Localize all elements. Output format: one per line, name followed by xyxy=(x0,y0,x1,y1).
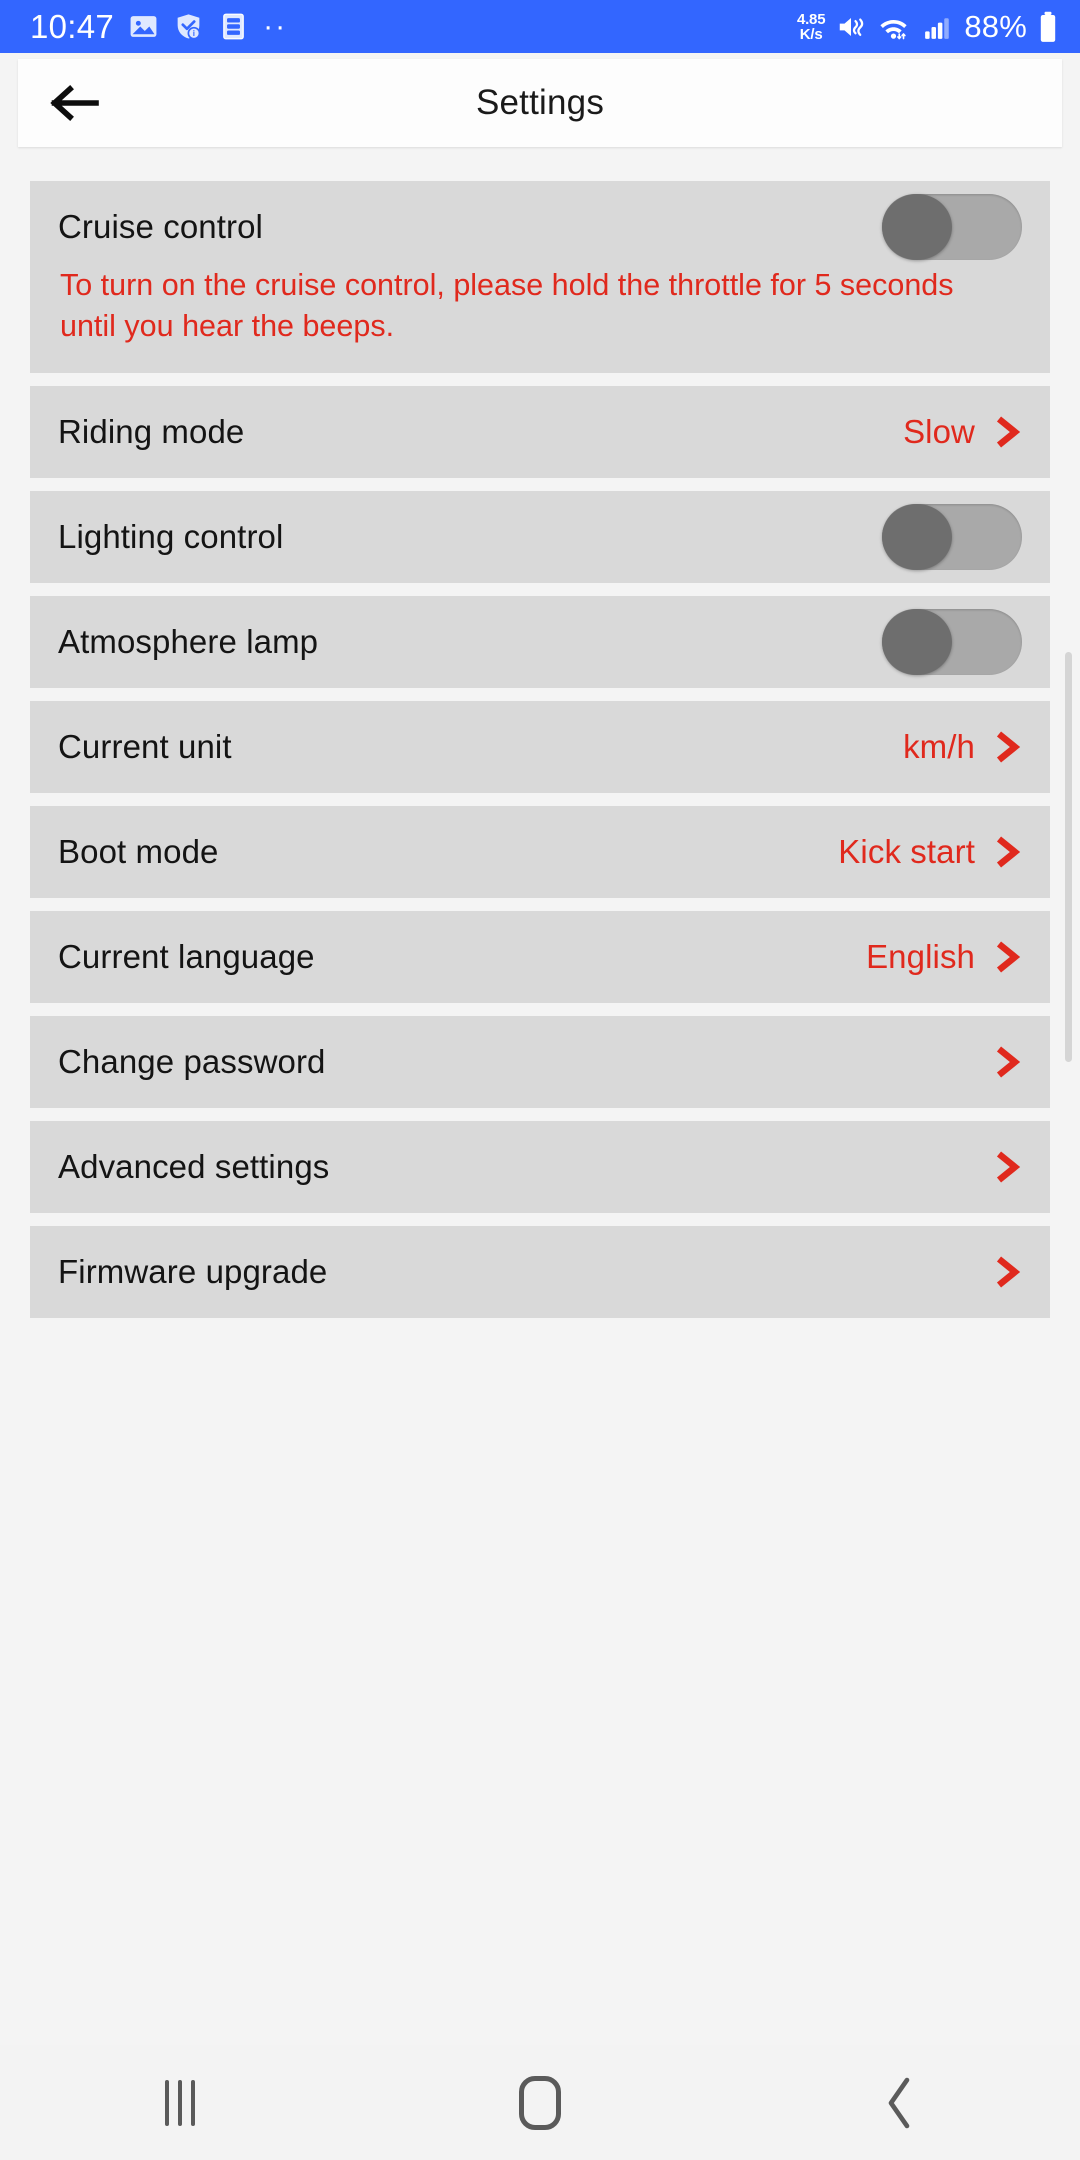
chevron-right-icon xyxy=(996,1046,1021,1078)
row-main: Advanced settings xyxy=(58,1121,1022,1213)
status-bar-right: 4.85 K/s 88% xyxy=(797,11,1058,43)
row-label: Advanced settings xyxy=(58,1148,330,1185)
row-main: Lighting control xyxy=(58,491,1022,583)
row-main: Cruise control xyxy=(58,181,1022,273)
recent-apps-icon xyxy=(165,2079,195,2126)
row-label: Boot mode xyxy=(58,833,219,870)
status-clock: 10:47 xyxy=(30,8,115,45)
back-nav-button[interactable] xyxy=(825,2053,975,2153)
row-right: Kick start xyxy=(838,833,1022,871)
row-right xyxy=(975,1150,1022,1184)
setting-row-riding-mode[interactable]: Riding mode Slow xyxy=(30,386,1050,478)
chevron-left-icon xyxy=(888,2077,910,2128)
more-dots-icon: ·· xyxy=(263,9,288,43)
row-main: Current language English xyxy=(58,911,1022,1003)
setting-row-firmware-upgrade[interactable]: Firmware upgrade xyxy=(30,1226,1050,1318)
row-main: Firmware upgrade xyxy=(58,1226,1022,1318)
toggle-thumb xyxy=(882,504,952,570)
chevron-right-icon xyxy=(996,941,1021,973)
row-label: Lighting control xyxy=(58,518,284,555)
row-value: Kick start xyxy=(838,833,975,870)
row-label: Current unit xyxy=(58,728,232,765)
row-main: Riding mode Slow xyxy=(58,386,1022,478)
chevron-right-icon xyxy=(996,731,1021,763)
row-value: Slow xyxy=(903,413,975,450)
vertical-scrollbar[interactable] xyxy=(1065,652,1072,1062)
toggle-thumb xyxy=(882,194,952,260)
phone-screen: 10:47 i ·· 4.85 K/s 88% Settings Cruise … xyxy=(0,0,1080,2160)
row-right xyxy=(975,1255,1022,1289)
atmosphere-lamp-toggle[interactable] xyxy=(882,609,1022,675)
battery-icon xyxy=(1040,11,1056,42)
chevron-right-icon xyxy=(996,416,1021,448)
chevron-right-icon xyxy=(996,836,1021,868)
row-main: Current unit km/h xyxy=(58,701,1022,793)
row-label: Riding mode xyxy=(58,413,245,450)
status-bar: 10:47 i ·· 4.85 K/s 88% xyxy=(0,0,1080,53)
svg-text:i: i xyxy=(193,29,195,38)
row-value: km/h xyxy=(903,728,975,765)
chevron-right-icon xyxy=(996,1256,1021,1288)
setting-row-advanced-settings[interactable]: Advanced settings xyxy=(30,1121,1050,1213)
signal-bars-icon xyxy=(925,17,950,39)
data-rate-indicator: 4.85 K/s xyxy=(796,10,826,43)
shield-check-icon: i xyxy=(177,14,201,40)
arrow-left-icon xyxy=(50,85,99,121)
settings-list: Cruise control To turn on the cruise con… xyxy=(0,147,1080,1318)
image-icon xyxy=(130,16,157,37)
row-label: Cruise control xyxy=(58,208,263,245)
home-button[interactable] xyxy=(465,2053,615,2153)
back-button[interactable] xyxy=(40,68,110,138)
toggle-thumb xyxy=(882,609,952,675)
row-main: Boot mode Kick start xyxy=(58,806,1022,898)
recent-apps-button[interactable] xyxy=(105,2053,255,2153)
row-label: Change password xyxy=(58,1043,326,1080)
row-right: English xyxy=(866,938,1022,976)
row-right: km/h xyxy=(903,728,1022,766)
setting-row-current-unit[interactable]: Current unit km/h xyxy=(30,701,1050,793)
header-wrapper: Settings xyxy=(0,53,1080,147)
setting-row-cruise-control[interactable]: Cruise control To turn on the cruise con… xyxy=(30,181,1050,373)
setting-row-lighting-control[interactable]: Lighting control xyxy=(30,491,1050,583)
wifi-icon xyxy=(880,19,907,39)
setting-row-change-password[interactable]: Change password xyxy=(30,1016,1050,1108)
chevron-right-icon xyxy=(996,1151,1021,1183)
row-main: Change password xyxy=(58,1016,1022,1108)
row-value: English xyxy=(866,938,975,975)
cruise-control-note: To turn on the cruise control, please ho… xyxy=(60,268,954,343)
home-icon xyxy=(519,2075,561,2130)
vibrate-icon xyxy=(840,17,864,36)
row-label: Atmosphere lamp xyxy=(58,623,319,660)
row-label: Current language xyxy=(58,938,315,975)
setting-row-current-language[interactable]: Current language English xyxy=(30,911,1050,1003)
row-right: Slow xyxy=(903,413,1022,451)
row-main: Atmosphere lamp xyxy=(58,596,1022,688)
lighting-control-toggle[interactable] xyxy=(882,504,1022,570)
system-navigation-bar xyxy=(0,2045,1080,2160)
setting-row-boot-mode[interactable]: Boot mode Kick start xyxy=(30,806,1050,898)
row-label: Firmware upgrade xyxy=(58,1253,328,1290)
status-bar-left: 10:47 i ·· xyxy=(30,10,287,43)
page-title: Settings xyxy=(475,83,605,122)
list-document-icon xyxy=(223,13,244,40)
setting-row-atmosphere-lamp[interactable]: Atmosphere lamp xyxy=(30,596,1050,688)
row-right xyxy=(975,1045,1022,1079)
data-rate-unit: K/s xyxy=(799,25,823,43)
app-header: Settings xyxy=(18,59,1062,147)
cruise-control-toggle[interactable] xyxy=(882,194,1022,260)
battery-percent: 88% xyxy=(964,9,1027,44)
data-rate-value: 4.85 xyxy=(796,10,826,28)
